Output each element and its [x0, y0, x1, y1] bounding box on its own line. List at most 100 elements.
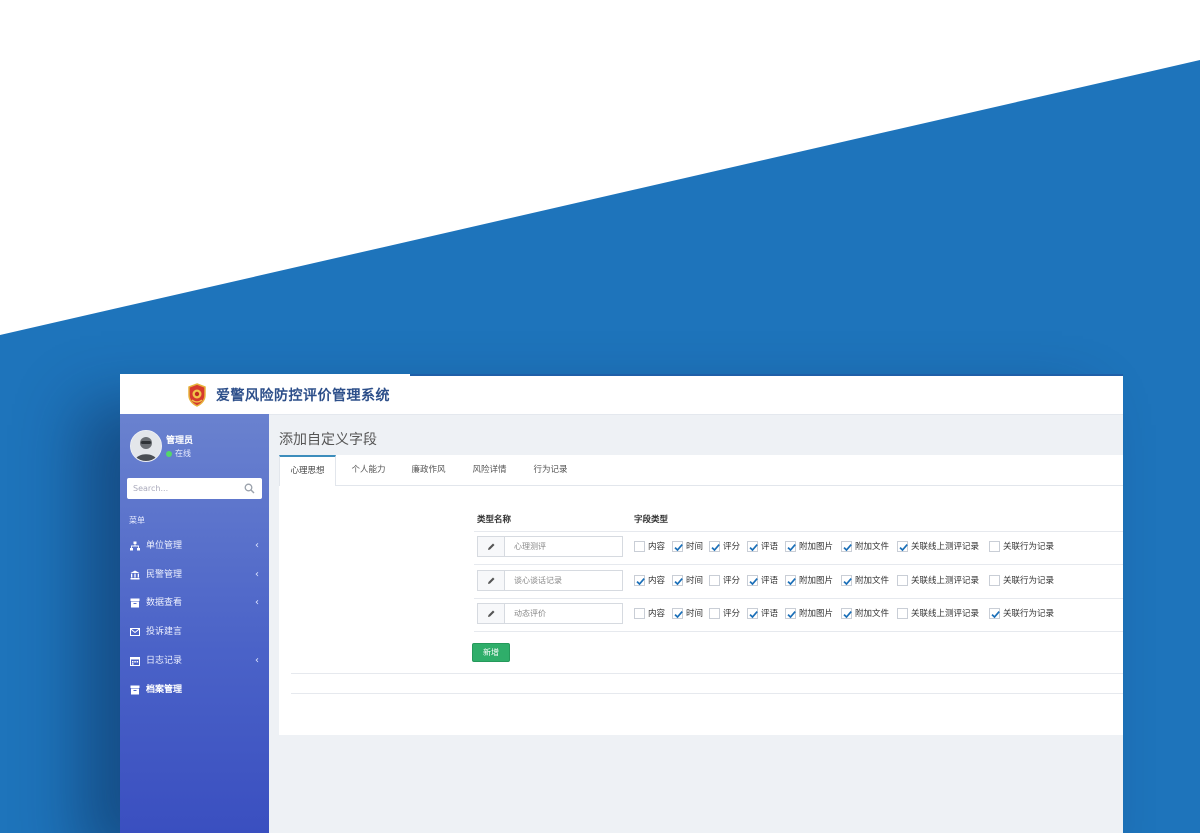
- sidebar-item-archive-management[interactable]: 档案管理: [120, 676, 269, 704]
- field-type-checkbox[interactable]: 关联行为记录: [989, 574, 1054, 588]
- tab-behavior-records[interactable]: 行为记录: [523, 455, 578, 485]
- checkbox-label: 评分: [723, 542, 741, 552]
- type-name-input[interactable]: [505, 604, 621, 623]
- field-type-checkbox[interactable]: 评分: [709, 607, 740, 621]
- sidebar-item-data-view[interactable]: 数据查看 ‹: [120, 589, 269, 617]
- chevron-left-icon: ‹: [255, 540, 259, 551]
- row-divider: [474, 531, 1123, 532]
- search-input[interactable]: [127, 478, 239, 499]
- chevron-left-icon: ‹: [255, 597, 259, 608]
- search-icon[interactable]: [244, 483, 255, 494]
- checkbox-empty-icon[interactable]: [989, 575, 1000, 586]
- chevron-left-icon: ‹: [255, 655, 259, 666]
- field-type-checkbox[interactable]: 评语: [747, 540, 778, 554]
- page-title: 添加自定义字段: [279, 432, 377, 448]
- field-type-checkbox[interactable]: 关联行为记录: [989, 607, 1054, 621]
- field-type-checkbox[interactable]: 关联线上测评记录: [897, 540, 979, 554]
- bank-icon: [130, 570, 140, 580]
- type-name-field: [477, 536, 623, 557]
- checkbox-empty-icon[interactable]: [634, 608, 645, 619]
- checkbox-empty-icon[interactable]: [634, 541, 645, 552]
- checkbox-checked-icon[interactable]: [672, 608, 683, 619]
- online-dot-icon: [166, 450, 172, 457]
- checkbox-empty-icon[interactable]: [709, 608, 720, 619]
- row-divider: [474, 598, 1123, 599]
- chevron-left-icon: ‹: [255, 569, 259, 580]
- field-type-checkbox[interactable]: 附加图片: [785, 607, 833, 621]
- checkbox-checked-icon[interactable]: [841, 608, 852, 619]
- field-type-checkbox[interactable]: 关联行为记录: [989, 540, 1054, 554]
- checkbox-empty-icon[interactable]: [709, 575, 720, 586]
- checkbox-checked-icon[interactable]: [634, 575, 645, 586]
- column-header-type-name: 类型名称: [477, 515, 512, 525]
- checkbox-label: 关联行为记录: [1003, 609, 1055, 619]
- tab-integrity[interactable]: 廉政作风: [401, 455, 456, 485]
- field-type-checkbox[interactable]: 评语: [747, 607, 778, 621]
- calendar-icon: [130, 657, 140, 666]
- field-type-checkbox[interactable]: 评分: [709, 574, 740, 588]
- field-type-checkbox[interactable]: 内容: [634, 574, 665, 588]
- checkbox-label: 评语: [761, 576, 779, 586]
- checkbox-label: 时间: [686, 609, 704, 619]
- type-name-input[interactable]: [505, 537, 621, 556]
- folder-icon: [130, 685, 140, 695]
- tab-risk-details[interactable]: 风险详情: [462, 455, 517, 485]
- row-divider: [474, 631, 1123, 632]
- add-button[interactable]: 新增: [472, 643, 510, 662]
- police-badge-icon: [188, 383, 206, 407]
- checkbox-checked-icon[interactable]: [841, 541, 852, 552]
- field-type-checkbox[interactable]: 内容: [634, 540, 665, 554]
- sidebar-item-label: 单位管理: [146, 541, 183, 551]
- top-bar: 爱警风险防控评价管理系统: [120, 374, 1123, 415]
- tab-psychology[interactable]: 心理思想: [279, 455, 336, 486]
- checkbox-checked-icon[interactable]: [897, 541, 908, 552]
- checkbox-label: 评语: [761, 609, 779, 619]
- field-type-checkbox[interactable]: 附加文件: [841, 574, 889, 588]
- main-panel: 心理思想 个人能力 廉政作风 风险详情 行为记录 类型名称 字段类型 内容时间评…: [279, 455, 1123, 735]
- column-header-field-type: 字段类型: [634, 515, 669, 525]
- field-type-checkbox[interactable]: 附加图片: [785, 540, 833, 554]
- checkbox-checked-icon[interactable]: [747, 541, 758, 552]
- field-type-checkbox[interactable]: 关联线上测评记录: [897, 607, 979, 621]
- checkbox-checked-icon[interactable]: [747, 608, 758, 619]
- checkbox-empty-icon[interactable]: [897, 608, 908, 619]
- checkbox-empty-icon[interactable]: [989, 541, 1000, 552]
- checkbox-checked-icon[interactable]: [672, 575, 683, 586]
- field-type-checkbox[interactable]: 时间: [672, 607, 703, 621]
- user-status-text: 在线: [175, 449, 191, 458]
- checkbox-checked-icon[interactable]: [785, 541, 796, 552]
- checkbox-checked-icon[interactable]: [709, 541, 720, 552]
- user-photo-icon: [131, 431, 161, 461]
- sidebar-item-complaints[interactable]: 投诉建言: [120, 618, 269, 646]
- sidebar-item-log-records[interactable]: 日志记录 ‹: [120, 647, 269, 675]
- checkbox-label: 附加图片: [799, 542, 834, 552]
- checkbox-label: 时间: [686, 542, 704, 552]
- field-type-checkbox[interactable]: 附加文件: [841, 607, 889, 621]
- checkbox-label: 关联线上测评记录: [911, 576, 980, 586]
- field-type-checkbox[interactable]: 关联线上测评记录: [897, 574, 979, 588]
- field-type-checkbox[interactable]: 内容: [634, 607, 665, 621]
- field-type-checkbox[interactable]: 评语: [747, 574, 778, 588]
- sidebar-item-police-management[interactable]: 民警管理 ‹: [120, 561, 269, 589]
- menu-header: 菜单: [129, 516, 145, 525]
- checkbox-checked-icon[interactable]: [785, 608, 796, 619]
- field-type-checkbox[interactable]: 附加图片: [785, 574, 833, 588]
- field-type-checkbox[interactable]: 附加文件: [841, 540, 889, 554]
- checkbox-checked-icon[interactable]: [989, 608, 1000, 619]
- sidebar-item-unit-management[interactable]: 单位管理 ‹: [120, 532, 269, 560]
- checkbox-checked-icon[interactable]: [672, 541, 683, 552]
- sidebar: 管理员 在线 菜单 单位管理 ‹ 民警管理 ‹: [120, 414, 269, 833]
- checkbox-label: 评分: [723, 576, 741, 586]
- type-name-input[interactable]: [505, 571, 621, 590]
- field-type-checkbox[interactable]: 评分: [709, 540, 740, 554]
- avatar[interactable]: [130, 430, 162, 462]
- checkbox-checked-icon[interactable]: [785, 575, 796, 586]
- tab-personal-ability[interactable]: 个人能力: [341, 455, 396, 485]
- field-type-checkbox[interactable]: 时间: [672, 540, 703, 554]
- checkbox-label: 附加文件: [855, 576, 890, 586]
- checkbox-empty-icon[interactable]: [897, 575, 908, 586]
- checkbox-checked-icon[interactable]: [747, 575, 758, 586]
- checkbox-checked-icon[interactable]: [841, 575, 852, 586]
- field-type-checkbox[interactable]: 时间: [672, 574, 703, 588]
- checkbox-label: 内容: [648, 542, 666, 552]
